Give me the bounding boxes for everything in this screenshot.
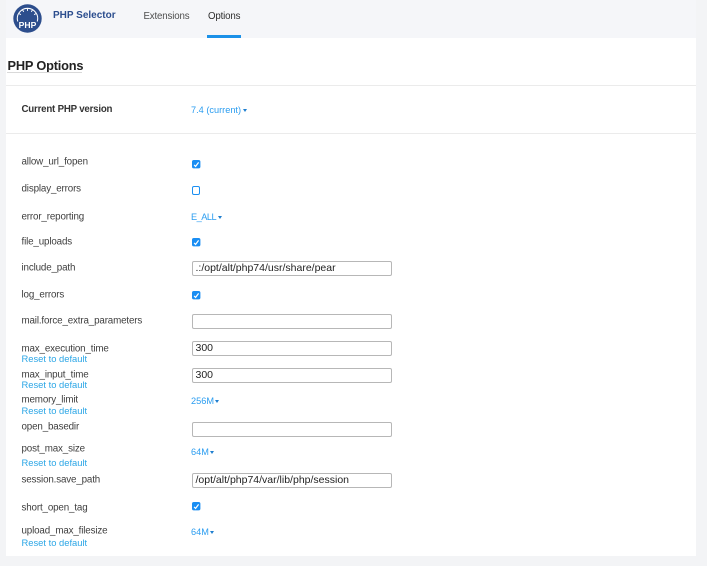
svg-text:PHP: PHP bbox=[19, 20, 37, 30]
